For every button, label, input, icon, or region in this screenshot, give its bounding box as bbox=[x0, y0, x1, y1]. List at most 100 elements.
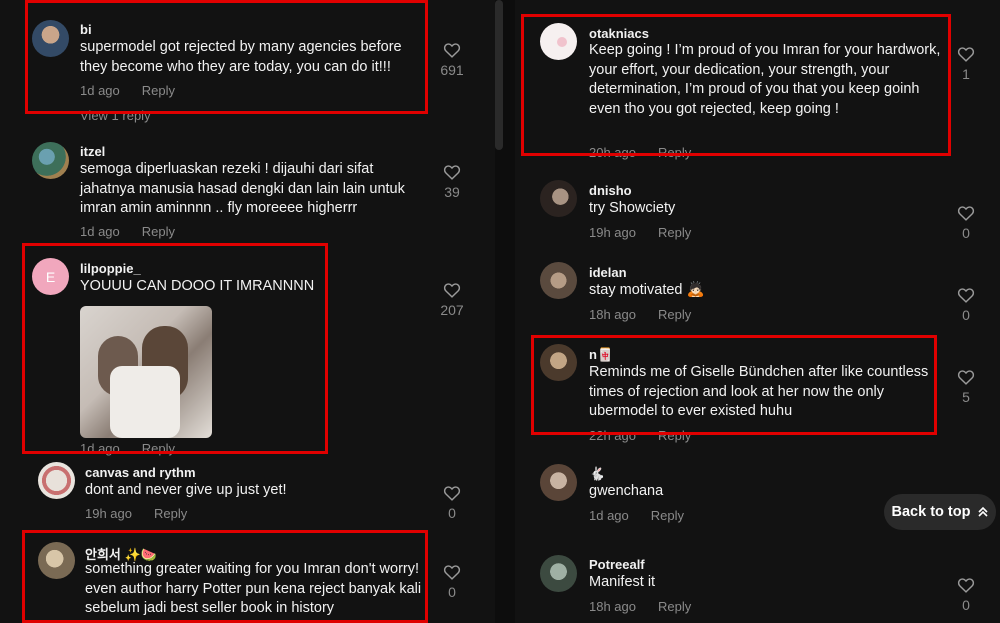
heart-icon bbox=[957, 370, 975, 385]
like-count: 0 bbox=[448, 505, 456, 521]
avatar[interactable] bbox=[540, 344, 577, 381]
comment-item: otakniacs Keep going ! I’m proud of you … bbox=[515, 18, 1000, 160]
comment-item: E lilpoppie_ YOUUU CAN DOOO IT IMRANNNN … bbox=[0, 255, 495, 456]
like-count: 5 bbox=[962, 389, 970, 405]
like-button[interactable]: 0 bbox=[946, 205, 986, 241]
comment-text: gwenchana bbox=[589, 483, 664, 499]
avatar[interactable] bbox=[540, 262, 577, 299]
view-replies-link[interactable]: View 1 reply bbox=[80, 108, 151, 123]
comment-item: canvas and rythm dont and never give up … bbox=[0, 462, 495, 527]
like-button[interactable]: 0 bbox=[432, 485, 472, 521]
comment-time: 19h ago bbox=[85, 506, 132, 521]
comment-username[interactable]: n🀄 bbox=[589, 347, 613, 363]
heart-icon bbox=[443, 565, 461, 580]
back-to-top-button[interactable]: Back to top bbox=[884, 494, 996, 530]
like-count: 207 bbox=[440, 302, 464, 318]
comment-meta: 18h ago Reply bbox=[589, 307, 713, 322]
comment-time: 22h ago bbox=[589, 428, 636, 443]
comment-username[interactable]: lilpoppie_ bbox=[80, 261, 141, 276]
avatar[interactable] bbox=[540, 555, 577, 592]
comment-time: 18h ago bbox=[589, 599, 636, 614]
reply-button[interactable]: Reply bbox=[658, 307, 691, 322]
comment-item: itzel semoga diperluaskan rezeki ! dijau… bbox=[0, 140, 495, 240]
comment-text: dont and never give up just yet! bbox=[85, 482, 287, 498]
comment-column-left: bi supermodel got rejected by many agenc… bbox=[0, 0, 495, 623]
reply-button[interactable]: Reply bbox=[154, 506, 187, 521]
comment-text: supermodel got rejected by many agencies… bbox=[80, 39, 402, 75]
like-button[interactable]: 207 bbox=[432, 282, 472, 318]
comment-meta: 19h ago Reply bbox=[85, 506, 209, 521]
comment-item: Potreealf Manifest it 18h ago Reply 0 bbox=[515, 555, 1000, 623]
comment-username[interactable]: otakniacs bbox=[589, 26, 649, 41]
avatar[interactable] bbox=[540, 23, 577, 60]
reply-button[interactable]: Reply bbox=[142, 83, 175, 98]
like-count: 0 bbox=[962, 307, 970, 323]
comment-meta: 1d ago Reply bbox=[80, 441, 197, 456]
reply-button[interactable]: Reply bbox=[658, 428, 691, 443]
comment-text: try Showciety bbox=[589, 200, 676, 216]
avatar[interactable] bbox=[540, 464, 577, 501]
reply-button[interactable]: Reply bbox=[658, 225, 691, 240]
comment-username[interactable]: 🐇 bbox=[589, 466, 605, 482]
comment-meta: 20h ago Reply bbox=[589, 145, 713, 160]
comment-time: 1d ago bbox=[589, 508, 629, 523]
like-button[interactable]: 691 bbox=[432, 42, 472, 78]
attached-image[interactable] bbox=[80, 306, 212, 438]
comment-text: Manifest it bbox=[589, 574, 656, 590]
comment-username[interactable]: canvas and rythm bbox=[85, 465, 196, 480]
avatar[interactable] bbox=[38, 542, 75, 579]
comment-username[interactable]: bi bbox=[80, 22, 92, 37]
avatar[interactable] bbox=[540, 180, 577, 217]
avatar-letter: E bbox=[45, 268, 56, 285]
comment-item: dnisho try Showciety 19h ago Reply 0 bbox=[515, 180, 1000, 245]
comment-time: 19h ago bbox=[589, 225, 636, 240]
comment-username[interactable]: idelan bbox=[589, 265, 627, 280]
like-button[interactable]: 0 bbox=[946, 287, 986, 323]
comment-time: 18h ago bbox=[589, 307, 636, 322]
like-button[interactable]: 0 bbox=[946, 577, 986, 613]
like-count: 0 bbox=[962, 225, 970, 241]
comment-time: 1d ago bbox=[80, 83, 120, 98]
avatar[interactable]: E bbox=[32, 258, 69, 295]
like-button[interactable]: 39 bbox=[432, 164, 472, 200]
heart-icon bbox=[443, 486, 461, 501]
comment-time: 1d ago bbox=[80, 441, 120, 456]
image-figure-body bbox=[110, 366, 180, 438]
like-button[interactable]: 0 bbox=[432, 564, 472, 600]
reply-button[interactable]: Reply bbox=[658, 599, 691, 614]
comment-time: 1d ago bbox=[80, 224, 120, 239]
double-chevron-up-icon bbox=[978, 506, 989, 517]
avatar[interactable] bbox=[32, 142, 69, 179]
reply-button[interactable]: Reply bbox=[651, 508, 684, 523]
comment-meta: 1d ago Reply bbox=[589, 508, 706, 523]
like-button[interactable]: 5 bbox=[946, 369, 986, 405]
comment-text: something greater waiting for you Imran … bbox=[85, 561, 422, 616]
like-button[interactable]: 1 bbox=[946, 46, 986, 82]
comment-text: semoga diperluaskan rezeki ! dijauhi dar… bbox=[80, 161, 405, 216]
back-to-top-label: Back to top bbox=[891, 504, 971, 520]
comment-username[interactable]: dnisho bbox=[589, 183, 632, 198]
avatar[interactable] bbox=[38, 462, 75, 499]
heart-icon bbox=[443, 283, 461, 298]
heart-icon bbox=[443, 165, 461, 180]
reply-button[interactable]: Reply bbox=[658, 145, 691, 160]
reply-button[interactable]: Reply bbox=[142, 441, 175, 456]
comment-text: Reminds me of Giselle Bündchen after lik… bbox=[589, 364, 929, 419]
comment-meta: 1d ago Reply bbox=[80, 83, 197, 98]
avatar-dot bbox=[557, 37, 567, 47]
reply-button[interactable]: Reply bbox=[142, 224, 175, 239]
comment-username[interactable]: itzel bbox=[80, 144, 105, 159]
scrollbar-thumb[interactable] bbox=[495, 0, 503, 150]
comment-meta: 19h ago Reply bbox=[589, 225, 713, 240]
like-count: 39 bbox=[444, 184, 460, 200]
comment-item: bi supermodel got rejected by many agenc… bbox=[0, 0, 495, 125]
comment-item: 안희서 ✨🍉 something greater waiting for you… bbox=[0, 536, 495, 623]
comment-username[interactable]: Potreealf bbox=[589, 557, 645, 572]
comment-item: idelan stay motivated 🙇🏻 18h ago Reply 0 bbox=[515, 262, 1000, 327]
heart-icon bbox=[957, 206, 975, 221]
avatar[interactable] bbox=[32, 20, 69, 57]
comment-text: YOUUU CAN DOOO IT IMRANNNN bbox=[80, 278, 315, 294]
comment-meta: 1d ago Reply bbox=[80, 224, 197, 239]
comment-item: n🀄 Reminds me of Giselle Bündchen after … bbox=[515, 344, 1000, 444]
heart-icon bbox=[957, 288, 975, 303]
